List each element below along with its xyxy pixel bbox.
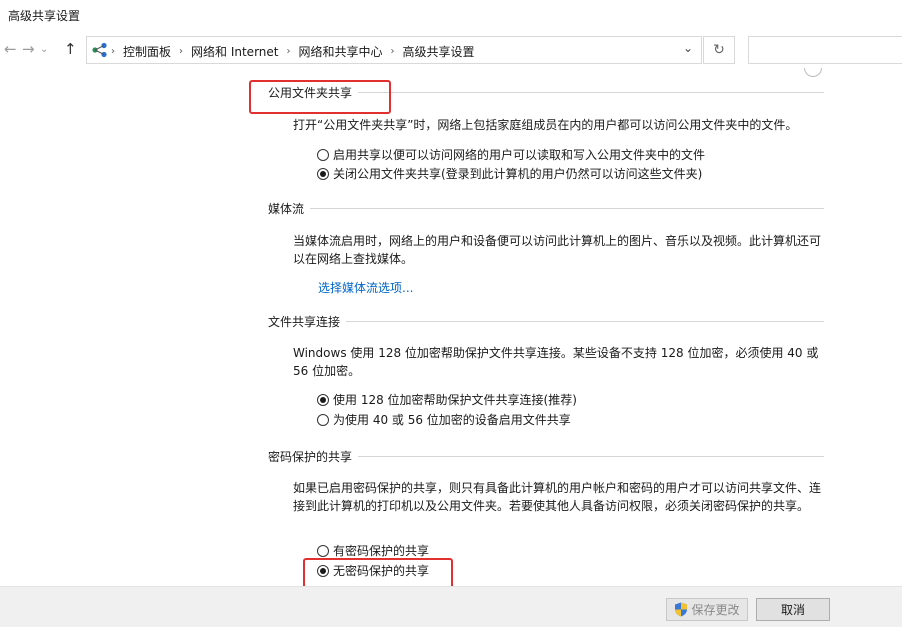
search-input[interactable] bbox=[748, 36, 902, 64]
breadcrumb-separator-icon: › bbox=[286, 46, 291, 57]
breadcrumb-network-internet[interactable]: 网络和 Internet bbox=[191, 43, 278, 60]
media-streaming-options-link[interactable]: 选择媒体流选项... bbox=[318, 279, 413, 296]
section-description: Windows 使用 128 位加密帮助保护文件共享连接。某些设备不支持 128… bbox=[293, 346, 819, 378]
section-title: 公用文件夹共享 bbox=[268, 84, 359, 101]
arrow-left-icon[interactable]: ← bbox=[4, 40, 17, 58]
radio-label[interactable]: 无密码保护的共享 bbox=[333, 562, 429, 579]
title-bar: 高级共享设置 bbox=[0, 0, 902, 32]
radio-button[interactable] bbox=[317, 413, 329, 426]
save-changes-label: 保存更改 bbox=[691, 603, 740, 617]
address-dropdown-icon[interactable]: ⌄ bbox=[683, 41, 693, 55]
divider bbox=[268, 321, 824, 322]
uac-shield-icon bbox=[675, 602, 688, 617]
section-header-public-folder: 公用文件夹共享 bbox=[268, 84, 824, 101]
save-changes-button[interactable]: 保存更改 bbox=[666, 598, 748, 621]
arrow-right-icon[interactable]: → bbox=[22, 40, 35, 58]
radio-enable-public-sharing[interactable]: 启用共享以便可以访问网络的用户可以读取和写入公用文件夹中的文件 bbox=[317, 146, 705, 163]
radio-disable-public-sharing[interactable]: 关闭公用文件夹共享(登录到此计算机的用户仍然可以访问这些文件夹) bbox=[317, 165, 702, 182]
radio-label[interactable]: 为使用 40 或 56 位加密的设备启用文件共享 bbox=[333, 411, 571, 428]
breadcrumb-network-sharing-center[interactable]: 网络和共享中心 bbox=[298, 43, 382, 60]
radio-label[interactable]: 启用共享以便可以访问网络的用户可以读取和写入公用文件夹中的文件 bbox=[333, 146, 705, 163]
address-bar[interactable]: › 控制面板 › 网络和 Internet › 网络和共享中心 › 高级共享设置… bbox=[86, 36, 702, 64]
breadcrumb-separator-icon: › bbox=[179, 46, 184, 57]
section-title: 文件共享连接 bbox=[268, 313, 347, 330]
radio-button[interactable] bbox=[317, 544, 329, 557]
radio-no-password-protected[interactable]: 无密码保护的共享 bbox=[317, 562, 429, 579]
breadcrumb-separator-icon: › bbox=[390, 46, 395, 57]
radio-button[interactable] bbox=[317, 393, 329, 406]
breadcrumb-advanced-sharing[interactable]: 高级共享设置 bbox=[403, 43, 475, 60]
radio-label[interactable]: 有密码保护的共享 bbox=[333, 542, 429, 559]
radio-label[interactable]: 关闭公用文件夹共享(登录到此计算机的用户仍然可以访问这些文件夹) bbox=[333, 165, 702, 182]
section-header-password: 密码保护的共享 bbox=[268, 448, 824, 465]
section-title: 密码保护的共享 bbox=[268, 448, 359, 465]
radio-button[interactable] bbox=[317, 167, 329, 180]
breadcrumb-separator-icon: › bbox=[111, 46, 115, 57]
arrow-up-icon[interactable]: ↑ bbox=[64, 40, 77, 58]
radio-button[interactable] bbox=[317, 564, 329, 577]
network-icon bbox=[92, 42, 107, 58]
collapse-chevron-icon[interactable] bbox=[804, 68, 822, 77]
radio-40-56-bit-encryption[interactable]: 为使用 40 或 56 位加密的设备启用文件共享 bbox=[317, 411, 571, 428]
section-description: 打开“公用文件夹共享”时，网络上包括家庭组成员在内的用户都可以访问公用文件夹中的… bbox=[293, 118, 798, 132]
window-title: 高级共享设置 bbox=[8, 9, 81, 23]
radio-label[interactable]: 使用 128 位加密帮助保护文件共享连接(推荐) bbox=[333, 391, 577, 408]
radio-button[interactable] bbox=[317, 148, 329, 161]
breadcrumb: › 控制面板 › 网络和 Internet › 网络和共享中心 › 高级共享设置 bbox=[111, 43, 475, 60]
divider bbox=[268, 208, 824, 209]
section-header-file-sharing: 文件共享连接 bbox=[268, 313, 824, 330]
section-title: 媒体流 bbox=[268, 200, 311, 217]
chevron-down-icon[interactable]: ⌄ bbox=[40, 44, 48, 55]
refresh-icon: ↻ bbox=[713, 42, 725, 58]
refresh-button[interactable]: ↻ bbox=[703, 36, 735, 64]
section-description: 如果已启用密码保护的共享，则只有具备此计算机的用户帐户和密码的用户才可以访问共享… bbox=[293, 481, 822, 513]
radio-password-protected[interactable]: 有密码保护的共享 bbox=[317, 542, 429, 559]
section-description: 当媒体流启用时，网络上的用户和设备便可以访问此计算机上的图片、音乐以及视频。此计… bbox=[293, 234, 822, 266]
settings-content[interactable]: 公用文件夹共享 打开“公用文件夹共享”时，网络上包括家庭组成员在内的用户都可以访… bbox=[0, 68, 902, 590]
cancel-label: 取消 bbox=[780, 603, 805, 617]
breadcrumb-control-panel[interactable]: 控制面板 bbox=[123, 43, 171, 60]
section-header-media: 媒体流 bbox=[268, 200, 824, 217]
radio-128-bit-encryption[interactable]: 使用 128 位加密帮助保护文件共享连接(推荐) bbox=[317, 391, 577, 408]
navigation-toolbar: ← → ⌄ ↑ › 控制面板 › 网络和 Internet › 网络和共享中心 … bbox=[0, 32, 902, 68]
footer-bar: 保存更改 取消 bbox=[0, 586, 902, 627]
cancel-button[interactable]: 取消 bbox=[756, 598, 830, 621]
